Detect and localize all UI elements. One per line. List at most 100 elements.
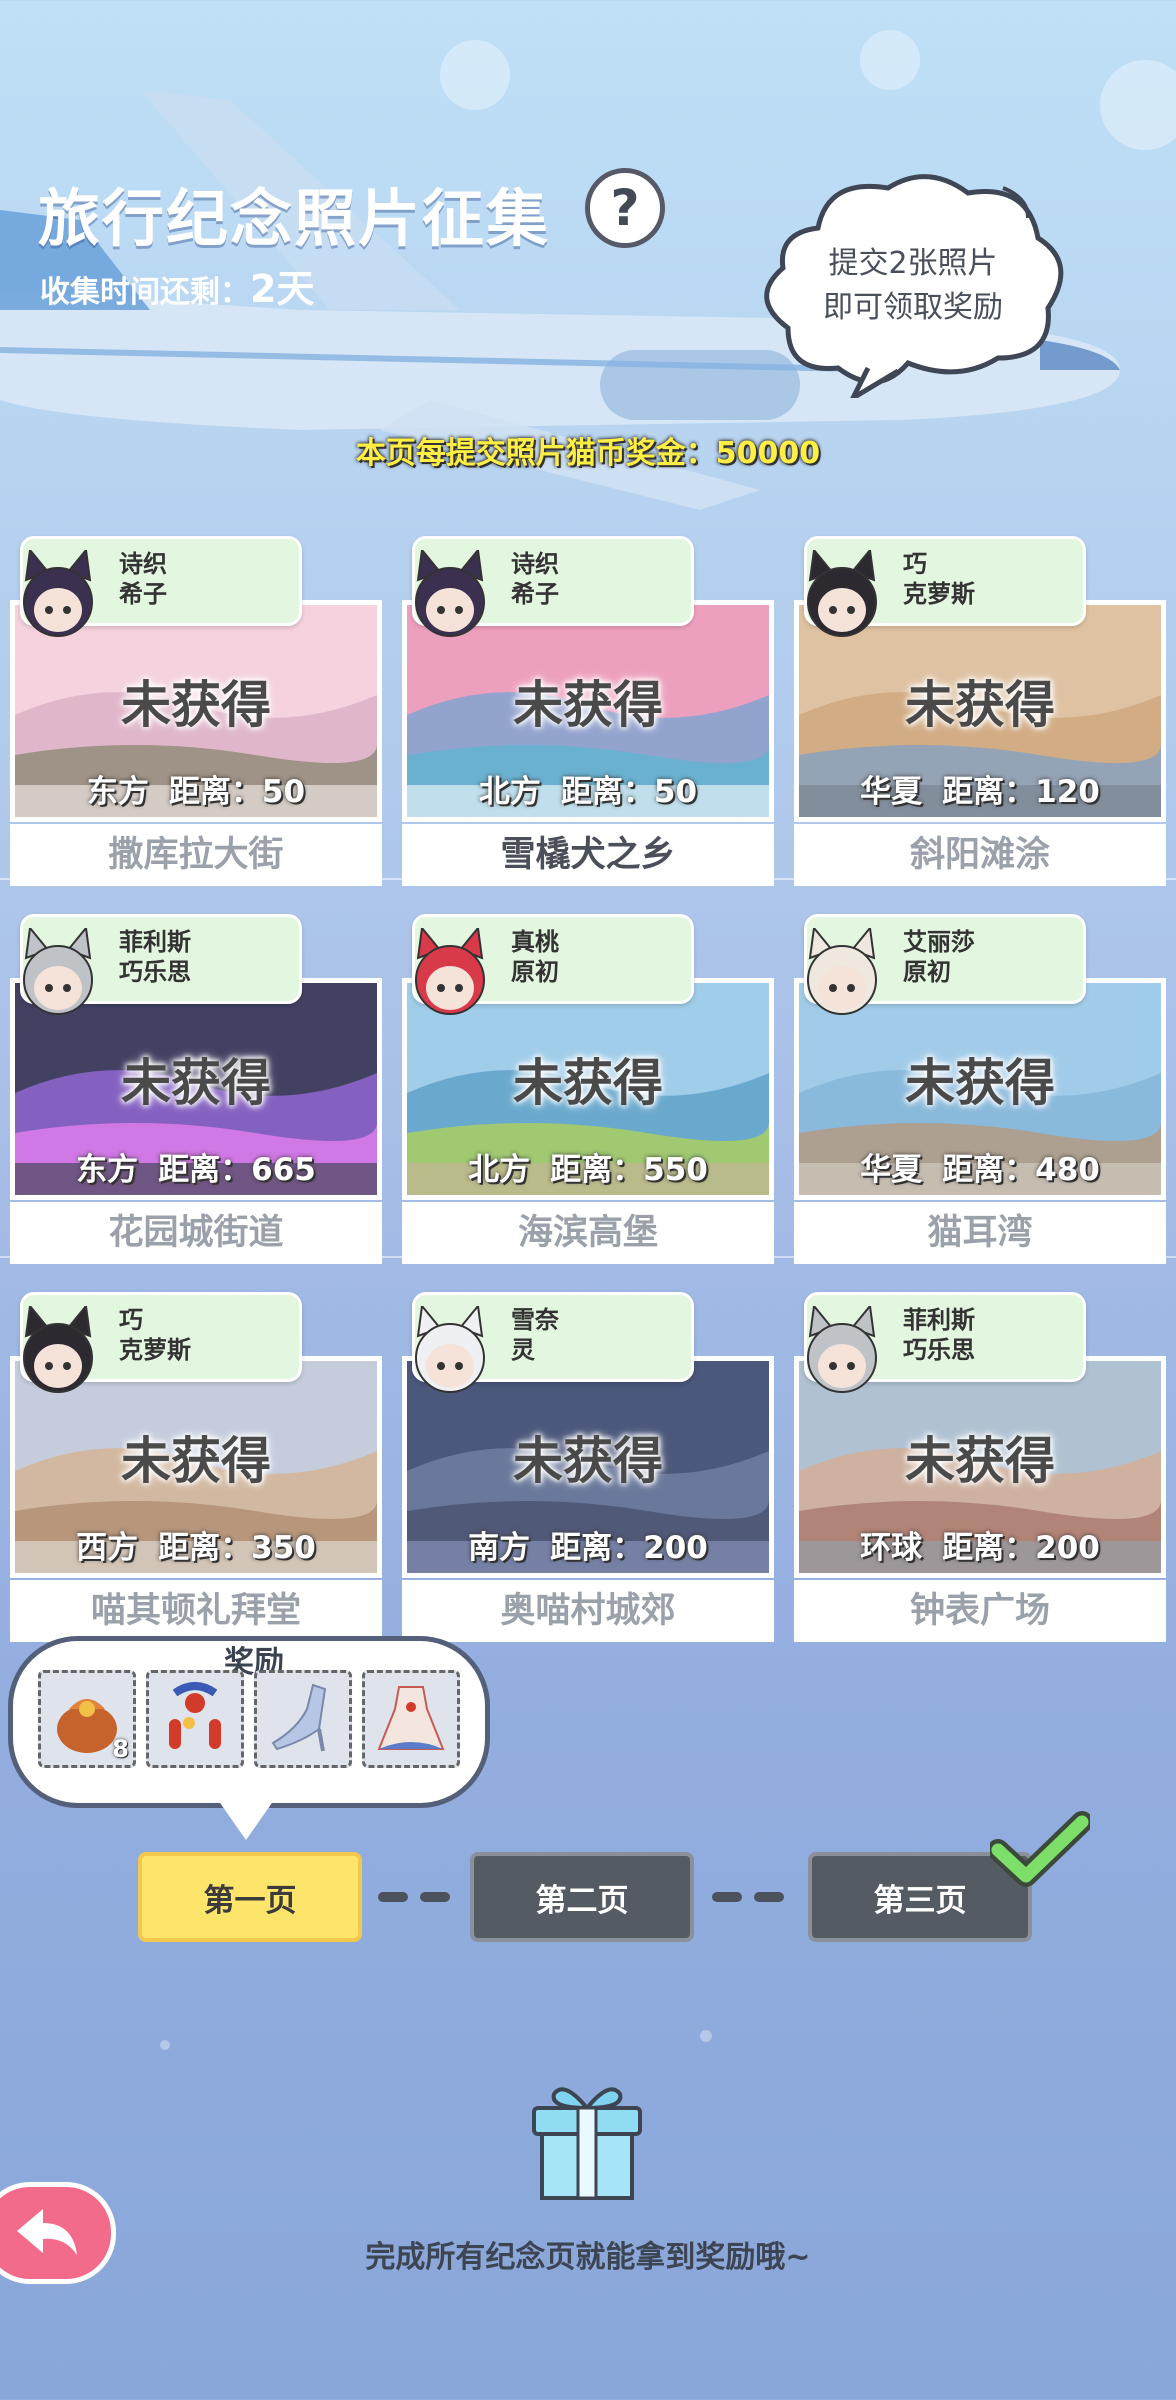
crystal-shoe-icon	[271, 1683, 327, 1752]
reward-item-treasure-bag[interactable]: 8	[38, 1670, 136, 1768]
photo-distance: 北方 距离：50	[407, 766, 769, 811]
red-lantern-ornament-icon	[169, 1682, 221, 1749]
back-button[interactable]	[0, 2182, 116, 2284]
remaining-value: 2天	[250, 267, 315, 311]
photo-card[interactable]: 未获得 北方 距离：550 海滨高堡 真桃 原初	[402, 914, 774, 1264]
character-names: 真桃 原初	[511, 927, 559, 987]
location-name: 花园城街道	[10, 1202, 382, 1264]
photo-distance-value: 距离：550	[550, 1152, 708, 1188]
completion-hint: 完成所有纪念页就能拿到奖励哦~	[365, 2240, 811, 2275]
photo-direction: 西方	[76, 1530, 139, 1566]
reward-item-lantern-ornament[interactable]	[146, 1670, 244, 1768]
dress-outfit-icon	[377, 1686, 445, 1750]
photo-status: 未获得	[121, 1054, 271, 1112]
character-name-2: 希子	[119, 580, 167, 608]
character-names: 艾丽莎 原初	[903, 927, 975, 987]
photo-card[interactable]: 未获得北方 距离：50 雪橇犬之乡 诗织 希子	[402, 536, 774, 886]
back-arrow-icon	[17, 2209, 77, 2255]
location-name: 猫耳湾	[794, 1202, 1166, 1264]
character-name-1: 诗织	[119, 550, 167, 578]
photo-card[interactable]: 未获得华夏 距离：120 斜阳滩涂 巧克萝斯	[794, 536, 1166, 886]
character-avatar	[23, 928, 93, 1015]
photo-distance: 西方 距离：350	[15, 1522, 377, 1567]
photo-distance: 北方 距离：550	[407, 1144, 769, 1189]
character-avatar	[23, 1306, 93, 1393]
character-names: 诗织 希子	[511, 549, 559, 609]
photo-card[interactable]: 未获得 东方 距离：50 撒库拉大街 诗织 希子	[10, 536, 382, 886]
character-name-1: 真桃	[511, 928, 559, 956]
location-name: 海滨高堡	[402, 1202, 774, 1264]
photo-card[interactable]: 未获得西方 距离：350 喵其顿礼拜堂 巧克萝斯	[10, 1292, 382, 1642]
photo-card[interactable]: 未获得 环球 距离：200 钟表广场 菲利斯 巧乐思	[794, 1292, 1166, 1642]
photo-status: 未获得	[121, 1432, 271, 1490]
photo-distance-value: 距离：665	[158, 1152, 316, 1188]
location-name: 雪橇犬之乡	[402, 824, 774, 886]
reward-item-dress[interactable]	[362, 1670, 460, 1768]
page-button-1[interactable]: 第一页	[138, 1852, 362, 1942]
bonus-text: 本页每提交照片猫币奖金：50000	[355, 436, 821, 471]
page-connector	[754, 1892, 784, 1902]
character-names: 菲利斯 巧乐思	[119, 927, 191, 987]
character-names: 雪奈灵	[511, 1305, 559, 1365]
character-name-1: 艾丽莎	[903, 928, 975, 956]
speech-cloud-text: 提交2张照片 即可领取奖励	[768, 242, 1058, 330]
remaining-label: 收集时间还剩：	[40, 275, 250, 310]
photo-distance-value: 距离：50	[168, 774, 306, 810]
photo-direction: 北方	[478, 774, 541, 810]
photo-status: 未获得	[513, 676, 663, 734]
character-name-2: 巧乐思	[903, 1336, 975, 1364]
page-connector	[378, 1892, 408, 1902]
photo-card[interactable]: 未获得南方 距离：200 奥喵村城郊 雪奈灵	[402, 1292, 774, 1642]
page-connector	[420, 1892, 450, 1902]
character-avatar	[807, 1306, 877, 1393]
photo-distance-value: 距离：480	[942, 1152, 1100, 1188]
photo-card[interactable]: 未获得 华夏 距离：480 猫耳湾 艾丽莎 原初	[794, 914, 1166, 1264]
character-name-2: 原初	[511, 958, 559, 986]
photo-direction: 东方	[86, 774, 149, 810]
reward-item-crystal-shoe[interactable]	[254, 1670, 352, 1768]
rewards-pointer	[218, 1800, 274, 1840]
photo-status: 未获得	[513, 1432, 663, 1490]
photo-status: 未获得	[905, 1432, 1055, 1490]
photo-distance: 华夏 距离：120	[799, 766, 1161, 811]
character-name-1: 菲利斯	[903, 1306, 975, 1334]
photo-direction: 华夏	[860, 774, 923, 810]
gift-box-icon[interactable]	[524, 2080, 650, 2202]
character-names: 巧克萝斯	[903, 549, 975, 609]
character-name-1: 巧	[119, 1306, 143, 1334]
photo-direction: 环球	[860, 1530, 923, 1566]
character-avatar	[23, 550, 93, 637]
character-name-1: 诗织	[511, 550, 559, 578]
sparkle	[160, 2040, 170, 2050]
page-button-2[interactable]: 第二页	[470, 1852, 694, 1942]
character-avatar	[415, 1306, 485, 1393]
photo-distance: 南方 距离：200	[407, 1522, 769, 1567]
location-name: 奥喵村城郊	[402, 1580, 774, 1642]
character-name-2: 巧乐思	[119, 958, 191, 986]
character-name-2: 灵	[511, 1336, 535, 1364]
location-name: 喵其顿礼拜堂	[10, 1580, 382, 1642]
character-names: 诗织 希子	[119, 549, 167, 609]
help-button[interactable]: ?	[585, 168, 665, 248]
photo-direction: 华夏	[860, 1152, 923, 1188]
page-title: 旅行纪念照片征集	[38, 182, 551, 255]
photo-card[interactable]: 未获得东方 距离：665 花园城街道 菲利斯 巧乐思	[10, 914, 382, 1264]
location-name: 斜阳滩涂	[794, 824, 1166, 886]
character-name-2: 原初	[903, 958, 951, 986]
character-avatar	[415, 928, 485, 1015]
character-avatar	[807, 928, 877, 1015]
character-name-2: 克萝斯	[903, 580, 975, 608]
location-name: 撒库拉大街	[10, 824, 382, 886]
photo-distance: 东方 距离：665	[15, 1144, 377, 1189]
character-name-2: 克萝斯	[119, 1336, 191, 1364]
photo-distance-value: 距离：50	[560, 774, 698, 810]
sparkle	[700, 2030, 712, 2042]
bubble-line-1: 提交2张照片	[828, 246, 998, 281]
character-name-2: 希子	[511, 580, 559, 608]
photo-status: 未获得	[905, 676, 1055, 734]
character-name-1: 巧	[903, 550, 927, 578]
photo-distance: 华夏 距离：480	[799, 1144, 1161, 1189]
photo-distance: 东方 距离：50	[15, 766, 377, 811]
reward-count: 8	[112, 1735, 129, 1763]
character-names: 巧克萝斯	[119, 1305, 191, 1365]
